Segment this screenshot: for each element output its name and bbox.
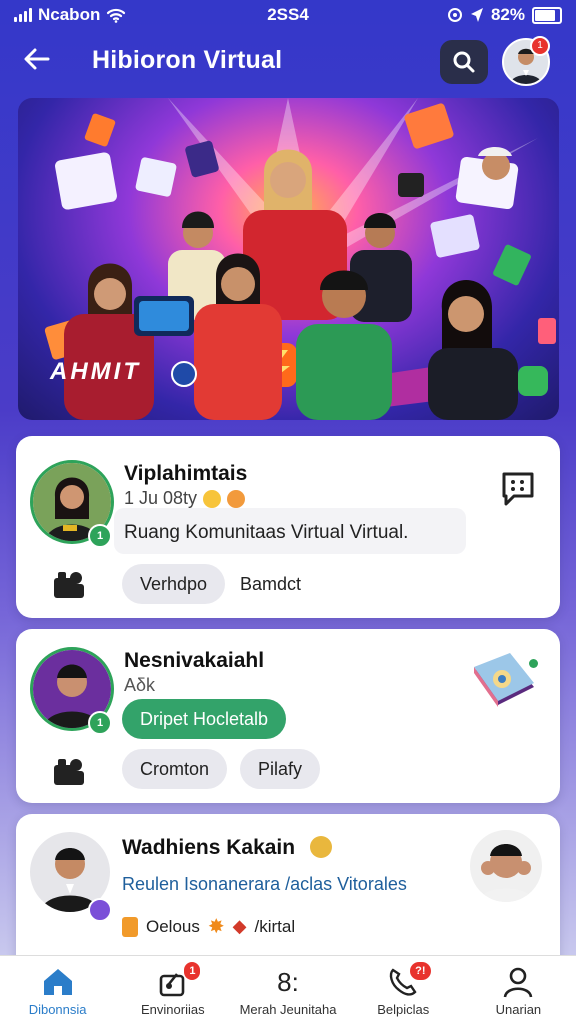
status-dot: [529, 659, 538, 668]
hero-banner[interactable]: AHMIT: [18, 98, 559, 420]
arrow-left-icon: [24, 48, 50, 70]
people-icon[interactable]: [52, 570, 86, 605]
chip-bamdct[interactable]: Bamdct: [240, 564, 301, 604]
online-badge: 1: [88, 711, 112, 735]
community-card[interactable]: Wadhiens Kakain Reulen Isonanerara /acla…: [16, 814, 560, 974]
card-title: Wadhiens Kakain: [122, 836, 296, 859]
card-message: Ruang Komunitaas Virtual Virtual.: [124, 522, 409, 543]
emoji-face-icon: [310, 836, 332, 858]
at-icon: [447, 8, 462, 22]
tab-badge: 1: [184, 962, 201, 980]
card-side-avatar[interactable]: [470, 830, 542, 902]
card-tags: Oelous ✸ ◆ /kirtal: [122, 914, 295, 939]
search-button[interactable]: [440, 40, 488, 84]
card-message: Reulen Isonanerara /aclas Vitorales: [122, 874, 407, 894]
user-icon: [504, 967, 533, 998]
tag-mark-icon: ◆: [232, 916, 247, 936]
apps-icon: 8:: [277, 967, 299, 997]
community-card[interactable]: 1 Viplahimtais 1 Ju 08ty Ruang Komunitaa…: [16, 436, 560, 618]
tab-label: Envinoriias: [141, 1002, 205, 1017]
search-icon: [453, 51, 475, 73]
status-right: 82%: [447, 5, 562, 25]
tab-home[interactable]: Dibonnsia: [0, 956, 115, 1024]
tab-apps[interactable]: 8: Merah Jeunitaha: [230, 956, 345, 1024]
notification-badge: 1: [530, 36, 550, 56]
tab-profile[interactable]: Unarian: [461, 956, 576, 1024]
timestamp-text: 1 Ju 08ty: [124, 488, 198, 508]
card-subtitle: Aδk: [124, 675, 156, 695]
tag-label-2: /kirtal: [254, 916, 296, 936]
card-timestamp: 1 Ju 08ty: [124, 488, 246, 509]
status-bar: Ncabon 2SS4 82%: [0, 0, 576, 30]
battery-icon: [532, 6, 562, 24]
chip-verhdpo[interactable]: Verhdpo: [122, 564, 226, 604]
back-button[interactable]: [22, 44, 62, 84]
card-title: Nesnivakaiahl: [124, 649, 265, 672]
tab-badge: ?!: [410, 962, 431, 980]
app-bar: Hibioron Virtual 1: [0, 36, 576, 88]
hero-overlay-text: AHMIT: [50, 358, 141, 385]
tag-box-icon: [122, 916, 138, 937]
online-badge: 1: [88, 524, 112, 548]
card-title: Viplahimtais: [124, 462, 248, 485]
tab-phone-chat[interactable]: ?! Belpiclas: [346, 956, 461, 1024]
chip-cromton[interactable]: Cromton: [122, 749, 228, 789]
home-icon: [43, 969, 72, 995]
community-card[interactable]: 1 Nesnivakaiahl Aδk Dripet Hocletalb Cro…: [16, 629, 560, 803]
tab-label: Merah Jeunitaha: [239, 1002, 337, 1017]
people-icon[interactable]: [52, 757, 86, 792]
person-avatar-icon: [470, 830, 542, 902]
bottom-tab-bar: Dibonnsia 1 Envinoriias 8: Merah Jeunita…: [0, 955, 576, 1024]
chat-dots-icon[interactable]: [500, 470, 536, 513]
page-title: Hibioron Virtual: [92, 46, 283, 74]
location-icon: [470, 8, 483, 22]
tab-label: Belpiclas: [377, 1002, 430, 1017]
purple-badge-icon: [88, 898, 112, 922]
emoji-blush-icon: [227, 489, 246, 508]
tab-label: Dibonnsia: [28, 1002, 87, 1017]
emoji-smile-icon: [203, 489, 222, 508]
primary-action-button[interactable]: Dripet Hocletalb: [122, 699, 287, 739]
tag-label: Oelous: [146, 916, 200, 936]
tab-label: Unarian: [495, 1002, 542, 1017]
star-icon: ✸: [207, 916, 225, 938]
tab-share[interactable]: 1 Envinoriias: [115, 956, 230, 1024]
battery-percent: 82%: [490, 5, 525, 24]
chip-pilafy[interactable]: Pilafy: [240, 749, 321, 789]
